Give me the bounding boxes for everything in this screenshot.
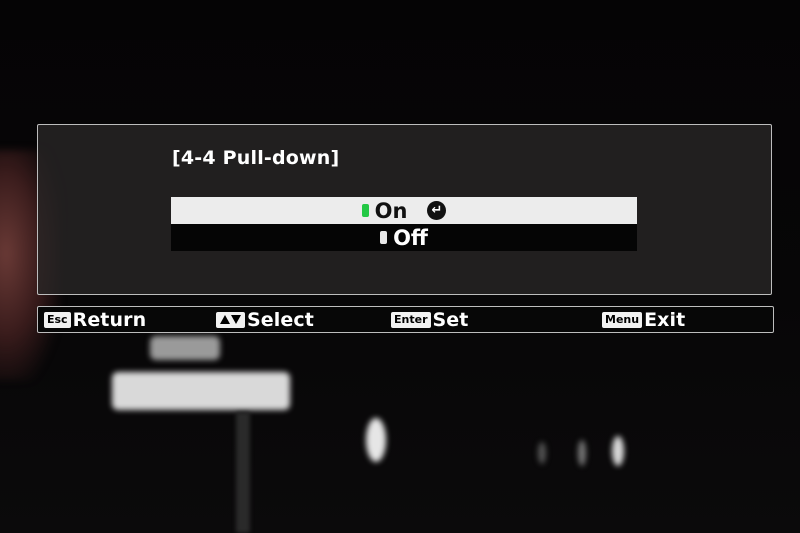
projector-screen: [4-4 Pull-down] On ↵ Off Esc Return Sele… bbox=[0, 0, 800, 533]
background-light bbox=[578, 440, 586, 466]
menu-key-icon: Menu bbox=[602, 311, 643, 328]
option-label: On bbox=[374, 198, 408, 223]
background-light bbox=[366, 418, 386, 462]
option-on-content: On ↵ bbox=[361, 198, 447, 223]
help-select[interactable]: Select bbox=[216, 308, 314, 331]
option-off-content: Off bbox=[380, 226, 428, 250]
unselected-indicator-icon bbox=[380, 231, 388, 244]
background-light bbox=[150, 336, 220, 360]
enter-key-icon: Enter bbox=[391, 311, 431, 328]
set-label: Set bbox=[432, 308, 469, 331]
menu-title: [4-4 Pull-down] bbox=[172, 147, 340, 169]
enter-return-icon: ↵ bbox=[427, 201, 447, 220]
osd-menu-panel: [4-4 Pull-down] On ↵ Off bbox=[37, 124, 772, 295]
help-bar: Esc Return Select Enter Set Menu Exit bbox=[37, 306, 774, 333]
background-light bbox=[112, 372, 290, 410]
help-return[interactable]: Esc Return bbox=[44, 308, 147, 331]
exit-label: Exit bbox=[644, 308, 686, 331]
option-on[interactable]: On ↵ bbox=[171, 197, 637, 224]
up-arrow-icon bbox=[220, 315, 230, 324]
background-light bbox=[612, 436, 624, 466]
up-down-arrows-icon bbox=[216, 311, 245, 328]
selected-indicator-icon bbox=[361, 204, 369, 217]
option-label: Off bbox=[393, 225, 428, 250]
background-light bbox=[538, 442, 546, 464]
background-pillar bbox=[236, 412, 250, 533]
esc-key-icon: Esc bbox=[44, 311, 71, 328]
help-set[interactable]: Enter Set bbox=[391, 308, 469, 331]
option-off[interactable]: Off bbox=[171, 224, 637, 251]
select-label: Select bbox=[247, 308, 314, 331]
down-arrow-icon bbox=[231, 315, 241, 324]
return-label: Return bbox=[72, 308, 147, 331]
help-exit[interactable]: Menu Exit bbox=[602, 308, 686, 331]
